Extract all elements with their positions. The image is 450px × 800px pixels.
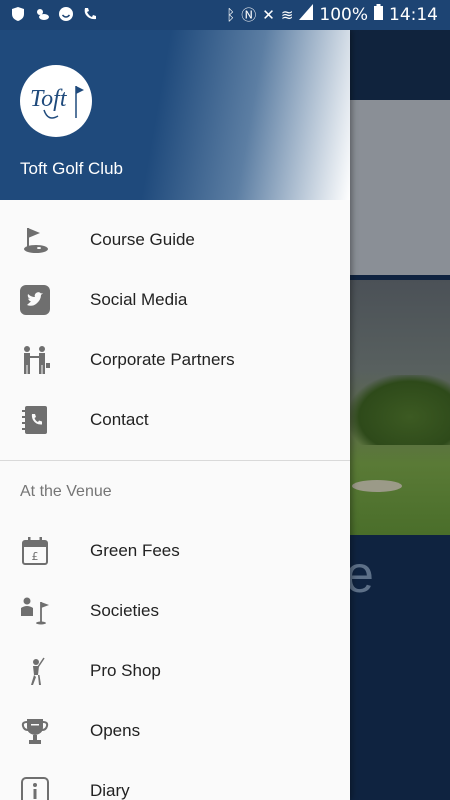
club-name: Toft Golf Club: [20, 159, 123, 178]
nfc-icon: Ⓝ: [241, 5, 257, 24]
bunker: [352, 480, 402, 492]
menu-item-pro-shop[interactable]: Pro Shop: [0, 641, 350, 701]
phone-book-icon: [20, 405, 50, 435]
shield-icon: [10, 6, 26, 22]
calendar-pound-icon: £: [20, 536, 50, 566]
face-icon: [58, 6, 74, 22]
golf-flag-icon: [20, 225, 50, 255]
menu-item-label: Course Guide: [90, 230, 195, 249]
golfer-swing-icon: [20, 656, 50, 686]
system-status: ᛒ Ⓝ ✕ ≋ 100% 14:14: [226, 4, 438, 25]
mute-icon: ✕: [262, 5, 275, 24]
call-icon: [82, 6, 98, 22]
menu-item-label: Social Media: [90, 290, 188, 309]
section-title: At the Venue: [20, 483, 112, 500]
club-logo: Toft: [20, 65, 92, 137]
signal-icon: [299, 4, 314, 25]
info-icon: [20, 776, 50, 800]
menu-item-corporate-partners[interactable]: Corporate Partners: [0, 330, 350, 390]
navigation-drawer: Toft Toft Golf Club Course Guide Social …: [0, 30, 350, 800]
svg-text:Toft: Toft: [30, 86, 68, 112]
clock: 14:14: [389, 4, 438, 25]
battery-icon: [374, 4, 383, 25]
menu-item-opens[interactable]: Opens: [0, 701, 350, 761]
twitter-icon: [20, 285, 50, 315]
menu-item-label: Pro Shop: [90, 661, 161, 680]
battery-percent: 100%: [319, 4, 368, 25]
main-menu: Course Guide Social Media Corporate Part…: [0, 200, 350, 450]
menu-item-label: Societies: [90, 601, 159, 620]
menu-item-social-media[interactable]: Social Media: [0, 270, 350, 330]
menu-item-label: Corporate Partners: [90, 350, 235, 369]
menu-item-contact[interactable]: Contact: [0, 390, 350, 450]
trees: [350, 375, 450, 445]
bluetooth-icon: ᛒ: [226, 5, 236, 24]
menu-item-course-guide[interactable]: Course Guide: [0, 210, 350, 270]
menu-item-label: Green Fees: [90, 541, 180, 560]
weather-icon: [34, 6, 50, 22]
menu-item-label: Contact: [90, 410, 149, 429]
menu-item-societies[interactable]: Societies: [0, 581, 350, 641]
trophy-icon: [20, 716, 50, 746]
handshake-icon: [20, 345, 50, 375]
drawer-header: Toft Toft Golf Club: [0, 30, 350, 200]
menu-item-diary[interactable]: Diary: [0, 761, 350, 800]
wifi-icon: ≋: [280, 5, 294, 24]
menu-item-label: Opens: [90, 721, 141, 740]
status-bar: ᛒ Ⓝ ✕ ≋ 100% 14:14: [0, 0, 450, 30]
menu-item-label: Diary: [90, 781, 130, 800]
menu-item-green-fees[interactable]: £ Green Fees: [0, 521, 350, 581]
society-golfer-icon: [20, 596, 50, 626]
svg-text:£: £: [32, 550, 39, 563]
notification-icons: [10, 6, 98, 22]
venue-menu: £ Green Fees Societies Pro Shop Opens Di…: [0, 513, 350, 800]
